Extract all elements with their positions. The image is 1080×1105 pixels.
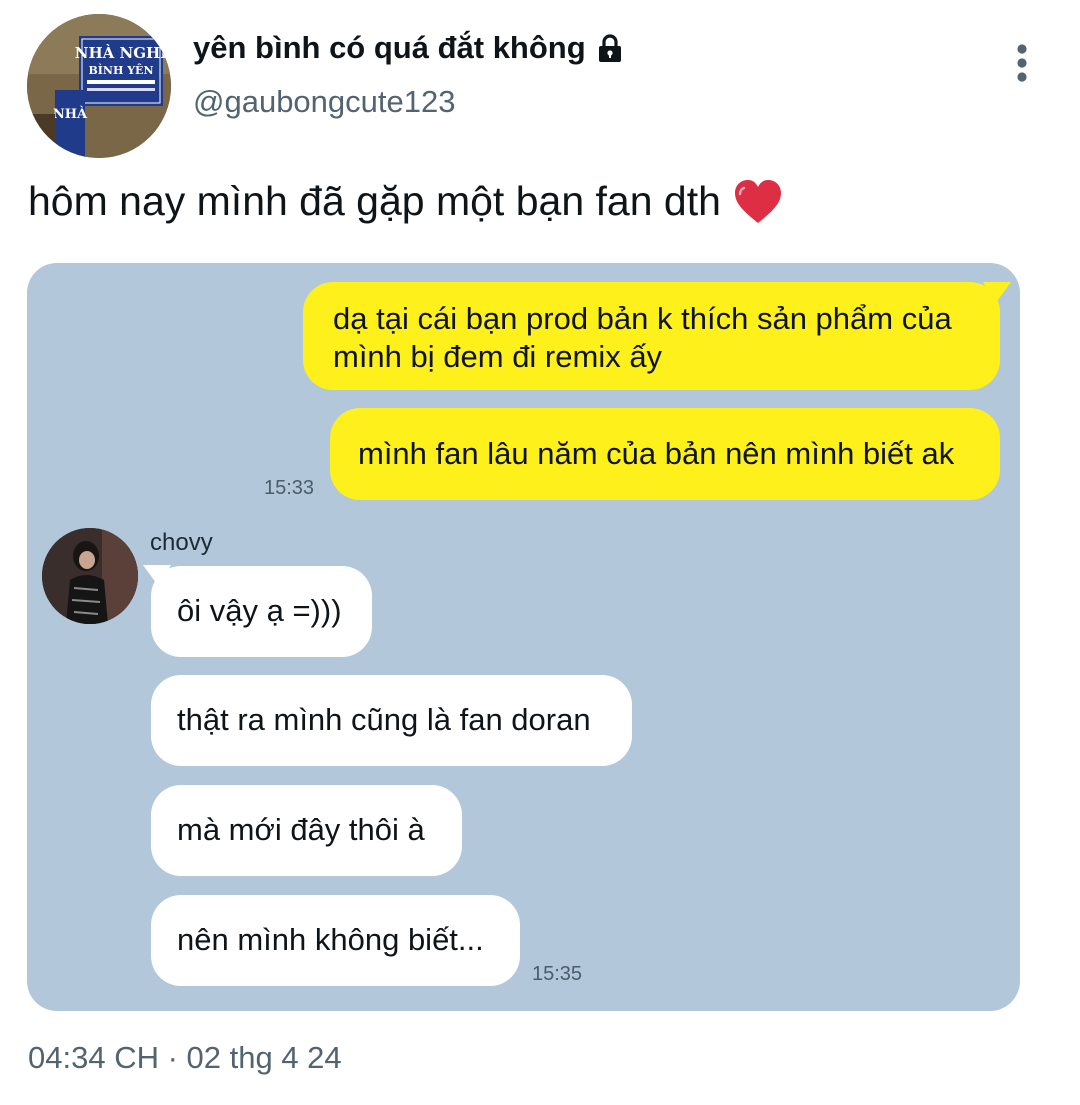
avatar-image: NHÀ NGHỈ BÌNH YÊN NHÀ: [27, 14, 171, 158]
incoming-time: 15:35: [532, 963, 583, 985]
outgoing-message: dạ tại cái bạn prod bản k thích sản phẩm…: [303, 282, 1000, 390]
incoming-message: thật ra mình cũng là fan doran: [151, 675, 632, 766]
outgoing-time: 15:33: [264, 477, 315, 499]
tweet-media-chat-screenshot[interactable]: dạ tại cái bạn prod bản k thích sản phẩm…: [27, 263, 1020, 1011]
message-line: mình fan lâu năm của bản nên mình biết a…: [358, 436, 955, 471]
author-avatar[interactable]: NHÀ NGHỈ BÌNH YÊN NHÀ: [27, 14, 171, 158]
message-line: thật ra mình cũng là fan doran: [177, 702, 591, 737]
display-name-text: yên bình có quá đắt không: [193, 30, 586, 65]
lock-icon: [598, 34, 621, 62]
message-line: dạ tại cái bạn prod bản k thích sản phẩm…: [333, 301, 952, 336]
message-line: mà mới đây thôi à: [177, 812, 425, 847]
incoming-message: ôi vậy ạ =))): [151, 566, 372, 657]
sender-avatar[interactable]: [42, 528, 138, 624]
bubble-tail: [983, 282, 1011, 304]
author-handle[interactable]: @gaubongcute123: [193, 84, 455, 120]
more-vertical-icon[interactable]: [1008, 42, 1036, 84]
outgoing-message: mình fan lâu năm của bản nên mình biết a…: [330, 408, 1000, 500]
tweet-text-content: hôm nay mình đã gặp một bạn fan dth: [28, 178, 721, 224]
sender-name: chovy: [150, 529, 213, 556]
sender-avatar-image: [42, 528, 138, 624]
message-line: ôi vậy ạ =))): [177, 593, 342, 628]
svg-text:NHÀ NGHỈ: NHÀ NGHỈ: [75, 42, 167, 62]
message-line: mình bị đem đi remix ấy: [333, 339, 663, 374]
tweet-timestamp[interactable]: 04:34 CH · 02 thg 4 24: [28, 1040, 342, 1076]
tweet-text: hôm nay mình đã gặp một bạn fan dth: [28, 178, 783, 225]
svg-text:BÌNH YÊN: BÌNH YÊN: [88, 63, 153, 77]
red-heart-icon: [734, 179, 781, 223]
svg-text:NHÀ: NHÀ: [53, 106, 88, 122]
message-line: nên mình không biết...: [177, 922, 484, 957]
author-display-name[interactable]: yên bình có quá đắt không: [193, 30, 626, 66]
incoming-message: nên mình không biết...: [151, 895, 520, 986]
incoming-message: mà mới đây thôi à: [151, 785, 462, 876]
